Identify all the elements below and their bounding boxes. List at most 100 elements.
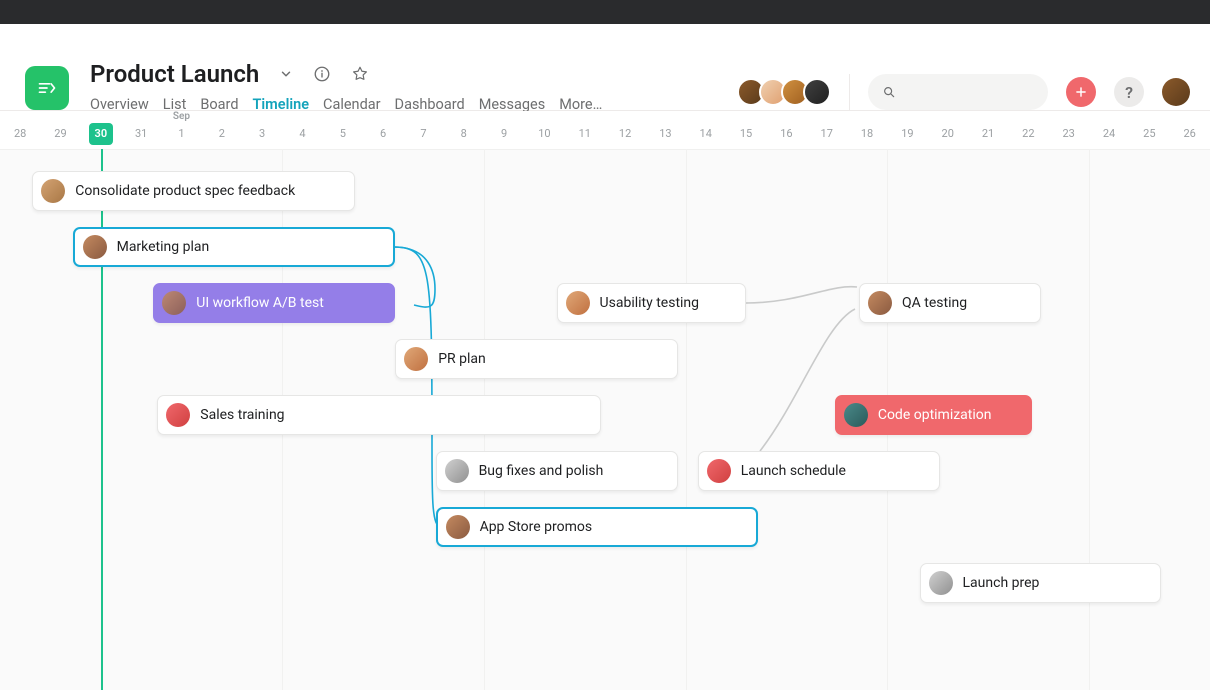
task-bar[interactable]: PR plan — [395, 339, 677, 379]
day-number: 25 — [1137, 123, 1161, 145]
day-column[interactable]: 25 — [1129, 111, 1169, 149]
day-number: 3 — [253, 123, 271, 145]
day-column[interactable]: 2 — [202, 111, 242, 149]
day-number: 30 — [89, 123, 114, 145]
day-number: 13 — [653, 123, 677, 145]
star-icon — [351, 65, 369, 83]
day-column[interactable]: 12 — [605, 111, 645, 149]
day-number: 29 — [48, 123, 72, 145]
project-icon[interactable] — [25, 66, 69, 110]
avatar — [803, 78, 831, 106]
day-column[interactable]: 8 — [444, 111, 484, 149]
day-column[interactable]: 16 — [766, 111, 806, 149]
grid-line — [686, 149, 687, 690]
day-column[interactable]: 31 — [121, 111, 161, 149]
member-avatars[interactable] — [743, 78, 831, 106]
day-column[interactable]: 29 — [40, 111, 80, 149]
project-header: Product Launch OverviewListBoardTimeline… — [0, 24, 1210, 111]
day-number: 24 — [1097, 123, 1121, 145]
user-avatar[interactable] — [1162, 78, 1190, 106]
day-column[interactable]: 4 — [282, 111, 322, 149]
day-number: 18 — [855, 123, 879, 145]
day-column[interactable]: 3 — [242, 111, 282, 149]
assignee-avatar — [844, 403, 868, 427]
assignee-avatar — [868, 291, 892, 315]
task-title: UI workflow A/B test — [196, 295, 324, 311]
task-title: Sales training — [200, 407, 284, 423]
day-number: 23 — [1057, 123, 1081, 145]
day-column[interactable]: 21 — [968, 111, 1008, 149]
day-number: 9 — [495, 123, 513, 145]
assignee-avatar — [404, 347, 428, 371]
day-number: 31 — [129, 123, 153, 145]
day-column[interactable]: 23 — [1049, 111, 1089, 149]
project-info[interactable] — [313, 65, 331, 83]
task-bar[interactable]: Sales training — [157, 395, 601, 435]
task-bar[interactable]: Launch prep — [920, 563, 1162, 603]
day-column[interactable]: 22 — [1008, 111, 1048, 149]
day-header: 28293031Sep12345678910111213141516171819… — [0, 111, 1210, 150]
day-number: 17 — [815, 123, 839, 145]
day-column[interactable]: 10 — [524, 111, 564, 149]
day-column[interactable]: 24 — [1089, 111, 1129, 149]
plus-icon — [1074, 85, 1088, 99]
help-icon: ? — [1125, 83, 1133, 102]
day-number: 10 — [532, 123, 556, 145]
day-column[interactable]: 18 — [847, 111, 887, 149]
day-column[interactable]: 17 — [807, 111, 847, 149]
task-title: Launch prep — [963, 575, 1040, 591]
task-bar[interactable]: Usability testing — [557, 283, 747, 323]
task-title: QA testing — [902, 295, 967, 311]
timeline-view[interactable]: 28293031Sep12345678910111213141516171819… — [0, 111, 1210, 690]
timeline-body[interactable]: Consolidate product spec feedback Marketi… — [0, 149, 1210, 690]
task-title: PR plan — [438, 351, 486, 367]
task-title: App Store promos — [480, 519, 593, 535]
grid-line — [1089, 149, 1090, 690]
task-bar[interactable]: UI workflow A/B test — [153, 283, 395, 323]
day-column[interactable]: 7 — [403, 111, 443, 149]
task-bar[interactable]: Consolidate product spec feedback — [32, 171, 355, 211]
day-column[interactable]: 15 — [726, 111, 766, 149]
task-bar[interactable]: App Store promos — [436, 507, 759, 547]
project-title[interactable]: Product Launch — [90, 60, 259, 88]
info-icon — [313, 65, 331, 83]
search-icon — [882, 85, 896, 99]
day-column[interactable]: 14 — [686, 111, 726, 149]
task-bar[interactable]: Launch schedule — [698, 451, 940, 491]
day-number: 6 — [374, 123, 392, 145]
day-number: 15 — [734, 123, 758, 145]
day-column[interactable]: Sep1 — [161, 111, 201, 149]
day-number: 16 — [774, 123, 798, 145]
day-column[interactable]: 5 — [323, 111, 363, 149]
help-button[interactable]: ? — [1114, 77, 1144, 107]
day-column[interactable]: 6 — [363, 111, 403, 149]
day-number: 21 — [976, 123, 1000, 145]
month-label: Sep — [161, 111, 201, 122]
day-column[interactable]: 28 — [0, 111, 40, 149]
project-favorite[interactable] — [351, 65, 369, 83]
day-column[interactable]: 26 — [1170, 111, 1210, 149]
task-bar[interactable]: QA testing — [859, 283, 1040, 323]
day-column[interactable]: 19 — [887, 111, 927, 149]
day-number: 4 — [293, 123, 311, 145]
day-number: 1 — [172, 123, 190, 145]
day-column[interactable]: 20 — [928, 111, 968, 149]
assignee-avatar — [446, 515, 470, 539]
task-bar[interactable]: Bug fixes and polish — [436, 451, 678, 491]
assignee-avatar — [566, 291, 590, 315]
project-dropdown[interactable] — [279, 67, 293, 81]
day-number: 19 — [895, 123, 919, 145]
task-bar[interactable]: Marketing plan — [73, 227, 396, 267]
day-number: 11 — [573, 123, 597, 145]
add-button[interactable] — [1066, 77, 1096, 107]
task-title: Marketing plan — [117, 239, 210, 255]
search-input[interactable] — [868, 74, 1048, 110]
assignee-avatar — [162, 291, 186, 315]
task-bar[interactable]: Code optimization — [835, 395, 1033, 435]
browser-top-bar — [0, 0, 1210, 24]
day-column[interactable]: 13 — [645, 111, 685, 149]
day-column[interactable]: 9 — [484, 111, 524, 149]
header-right: ? — [743, 74, 1190, 110]
day-column[interactable]: 11 — [565, 111, 605, 149]
day-column[interactable]: 30 — [81, 111, 121, 149]
